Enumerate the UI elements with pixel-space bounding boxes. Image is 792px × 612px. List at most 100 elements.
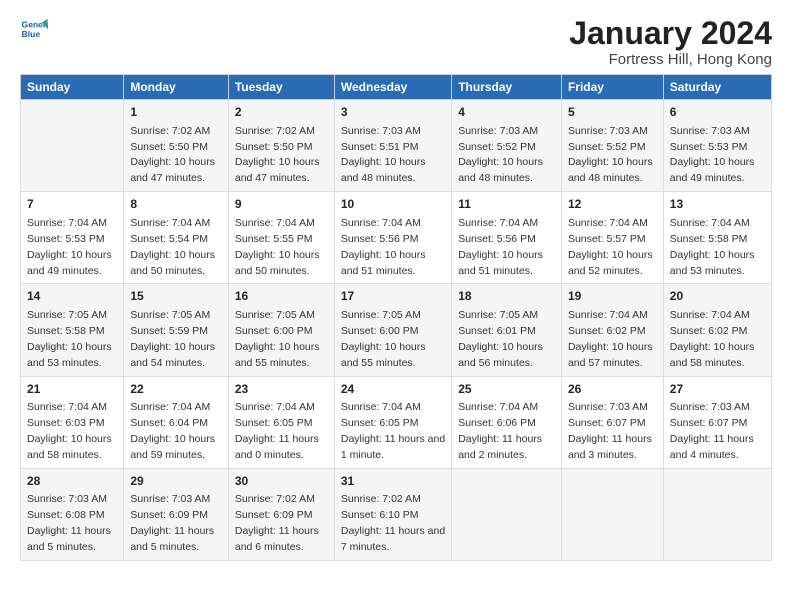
col-header-friday: Friday [561, 75, 663, 100]
col-header-thursday: Thursday [452, 75, 562, 100]
cell-w3-d4: 17 Sunrise: 7:05 AMSunset: 6:00 PMDayligh… [334, 284, 451, 376]
cell-w4-d5: 25Sunrise: 7:04 AMSunset: 6:06 PMDayligh… [452, 376, 562, 468]
cell-info: Sunrise: 7:04 AMSunset: 5:54 PMDaylight:… [130, 217, 215, 277]
cell-w2-d3: 9 Sunrise: 7:04 AMSunset: 5:55 PMDaylight… [228, 192, 334, 284]
cell-w3-d6: 19Sunrise: 7:04 AMSunset: 6:02 PMDayligh… [561, 284, 663, 376]
cell-w1-d6: 5 Sunrise: 7:03 AMSunset: 5:52 PMDaylight… [561, 100, 663, 192]
header-row: SundayMondayTuesdayWednesdayThursdayFrid… [21, 75, 772, 100]
week-row-4: 21 Sunrise: 7:04 AMSunset: 6:03 PMDayligh… [21, 376, 772, 468]
cell-info: Sunrise: 7:04 AMSunset: 5:57 PMDaylight:… [568, 217, 653, 277]
cell-info: Sunrise: 7:04 AMSunset: 6:05 PMDaylight:… [341, 401, 445, 461]
cell-w5-d3: 30 Sunrise: 7:02 AMSunset: 6:09 PMDayligh… [228, 468, 334, 560]
cell-w2-d7: 13Sunrise: 7:04 AMSunset: 5:58 PMDayligh… [663, 192, 771, 284]
day-number: 12 [568, 196, 657, 213]
day-number: 6 [670, 104, 765, 121]
day-number: 4 [458, 104, 555, 121]
main-title: January 2024 [569, 16, 772, 51]
week-row-3: 14 Sunrise: 7:05 AMSunset: 5:58 PMDayligh… [21, 284, 772, 376]
cell-info: Sunrise: 7:03 AMSunset: 6:07 PMDaylight:… [670, 401, 754, 461]
day-number: 1 [130, 104, 222, 121]
cell-w3-d1: 14 Sunrise: 7:05 AMSunset: 5:58 PMDayligh… [21, 284, 124, 376]
cell-w4-d2: 22 Sunrise: 7:04 AMSunset: 6:04 PMDayligh… [124, 376, 229, 468]
cell-info: Sunrise: 7:05 AMSunset: 5:59 PMDaylight:… [130, 309, 215, 369]
cell-info: Sunrise: 7:03 AMSunset: 5:53 PMDaylight:… [670, 125, 755, 185]
cell-w2-d4: 10 Sunrise: 7:04 AMSunset: 5:56 PMDayligh… [334, 192, 451, 284]
day-number: 29 [130, 473, 222, 490]
day-number: 25 [458, 381, 555, 398]
cell-info: Sunrise: 7:05 AMSunset: 6:01 PMDaylight:… [458, 309, 543, 369]
cell-w1-d4: 3Sunrise: 7:03 AMSunset: 5:51 PMDaylight… [334, 100, 451, 192]
page: General Blue January 2024 Fortress Hill,… [0, 0, 792, 612]
cell-info: Sunrise: 7:04 AMSunset: 5:56 PMDaylight:… [341, 217, 426, 277]
day-number: 13 [670, 196, 765, 213]
cell-w1-d1 [21, 100, 124, 192]
day-number: 22 [130, 381, 222, 398]
col-header-sunday: Sunday [21, 75, 124, 100]
day-number: 8 [130, 196, 222, 213]
subtitle: Fortress Hill, Hong Kong [569, 51, 772, 68]
cell-info: Sunrise: 7:03 AMSunset: 5:52 PMDaylight:… [568, 125, 653, 185]
cell-info: Sunrise: 7:03 AMSunset: 6:08 PMDaylight:… [27, 493, 111, 553]
cell-w4-d1: 21 Sunrise: 7:04 AMSunset: 6:03 PMDayligh… [21, 376, 124, 468]
cell-info: Sunrise: 7:03 AMSunset: 5:52 PMDaylight:… [458, 125, 543, 185]
cell-w4-d7: 27 Sunrise: 7:03 AMSunset: 6:07 PMDayligh… [663, 376, 771, 468]
week-row-5: 28 Sunrise: 7:03 AMSunset: 6:08 PMDayligh… [21, 468, 772, 560]
week-row-1: 1 Sunrise: 7:02 AMSunset: 5:50 PMDaylight… [21, 100, 772, 192]
col-header-wednesday: Wednesday [334, 75, 451, 100]
cell-info: Sunrise: 7:04 AMSunset: 6:04 PMDaylight:… [130, 401, 215, 461]
col-header-monday: Monday [124, 75, 229, 100]
day-number: 24 [341, 381, 445, 398]
cell-info: Sunrise: 7:05 AMSunset: 6:00 PMDaylight:… [341, 309, 426, 369]
title-block: January 2024 Fortress Hill, Hong Kong [569, 16, 772, 68]
cell-w4-d4: 24 Sunrise: 7:04 AMSunset: 6:05 PMDayligh… [334, 376, 451, 468]
cell-w4-d6: 26 Sunrise: 7:03 AMSunset: 6:07 PMDayligh… [561, 376, 663, 468]
day-number: 23 [235, 381, 328, 398]
cell-info: Sunrise: 7:04 AMSunset: 5:56 PMDaylight:… [458, 217, 543, 277]
cell-w1-d7: 6 Sunrise: 7:03 AMSunset: 5:53 PMDaylight… [663, 100, 771, 192]
cell-info: Sunrise: 7:02 AMSunset: 6:10 PMDaylight:… [341, 493, 445, 553]
cell-w3-d5: 18 Sunrise: 7:05 AMSunset: 6:01 PMDayligh… [452, 284, 562, 376]
cell-info: Sunrise: 7:05 AMSunset: 5:58 PMDaylight:… [27, 309, 112, 369]
day-number: 28 [27, 473, 117, 490]
col-header-tuesday: Tuesday [228, 75, 334, 100]
day-number: 31 [341, 473, 445, 490]
day-number: 10 [341, 196, 445, 213]
cell-w5-d2: 29 Sunrise: 7:03 AMSunset: 6:09 PMDayligh… [124, 468, 229, 560]
day-number: 5 [568, 104, 657, 121]
day-number: 9 [235, 196, 328, 213]
cell-info: Sunrise: 7:04 AMSunset: 6:03 PMDaylight:… [27, 401, 112, 461]
logo: General Blue [20, 16, 48, 44]
cell-w4-d3: 23Sunrise: 7:04 AMSunset: 6:05 PMDayligh… [228, 376, 334, 468]
day-number: 27 [670, 381, 765, 398]
cell-info: Sunrise: 7:04 AMSunset: 6:02 PMDaylight:… [568, 309, 653, 369]
cell-info: Sunrise: 7:03 AMSunset: 6:09 PMDaylight:… [130, 493, 214, 553]
day-number: 14 [27, 288, 117, 305]
cell-w5-d4: 31 Sunrise: 7:02 AMSunset: 6:10 PMDayligh… [334, 468, 451, 560]
cell-info: Sunrise: 7:02 AMSunset: 6:09 PMDaylight:… [235, 493, 319, 553]
cell-w1-d5: 4 Sunrise: 7:03 AMSunset: 5:52 PMDaylight… [452, 100, 562, 192]
day-number: 30 [235, 473, 328, 490]
cell-info: Sunrise: 7:02 AMSunset: 5:50 PMDaylight:… [235, 125, 320, 185]
header: General Blue January 2024 Fortress Hill,… [20, 16, 772, 68]
day-number: 11 [458, 196, 555, 213]
cell-w3-d2: 15Sunrise: 7:05 AMSunset: 5:59 PMDayligh… [124, 284, 229, 376]
calendar-table: SundayMondayTuesdayWednesdayThursdayFrid… [20, 74, 772, 561]
day-number: 21 [27, 381, 117, 398]
day-number: 17 [341, 288, 445, 305]
col-header-saturday: Saturday [663, 75, 771, 100]
logo-icon: General Blue [20, 16, 48, 44]
cell-w5-d6 [561, 468, 663, 560]
cell-info: Sunrise: 7:03 AMSunset: 6:07 PMDaylight:… [568, 401, 652, 461]
cell-w5-d1: 28 Sunrise: 7:03 AMSunset: 6:08 PMDayligh… [21, 468, 124, 560]
svg-text:Blue: Blue [22, 29, 41, 39]
day-number: 16 [235, 288, 328, 305]
day-number: 26 [568, 381, 657, 398]
day-number: 2 [235, 104, 328, 121]
cell-info: Sunrise: 7:04 AMSunset: 5:55 PMDaylight:… [235, 217, 320, 277]
day-number: 18 [458, 288, 555, 305]
week-row-2: 7Sunrise: 7:04 AMSunset: 5:53 PMDaylight… [21, 192, 772, 284]
cell-w2-d6: 12 Sunrise: 7:04 AMSunset: 5:57 PMDayligh… [561, 192, 663, 284]
cell-w1-d3: 2 Sunrise: 7:02 AMSunset: 5:50 PMDaylight… [228, 100, 334, 192]
day-number: 3 [341, 104, 445, 121]
cell-w3-d3: 16Sunrise: 7:05 AMSunset: 6:00 PMDayligh… [228, 284, 334, 376]
